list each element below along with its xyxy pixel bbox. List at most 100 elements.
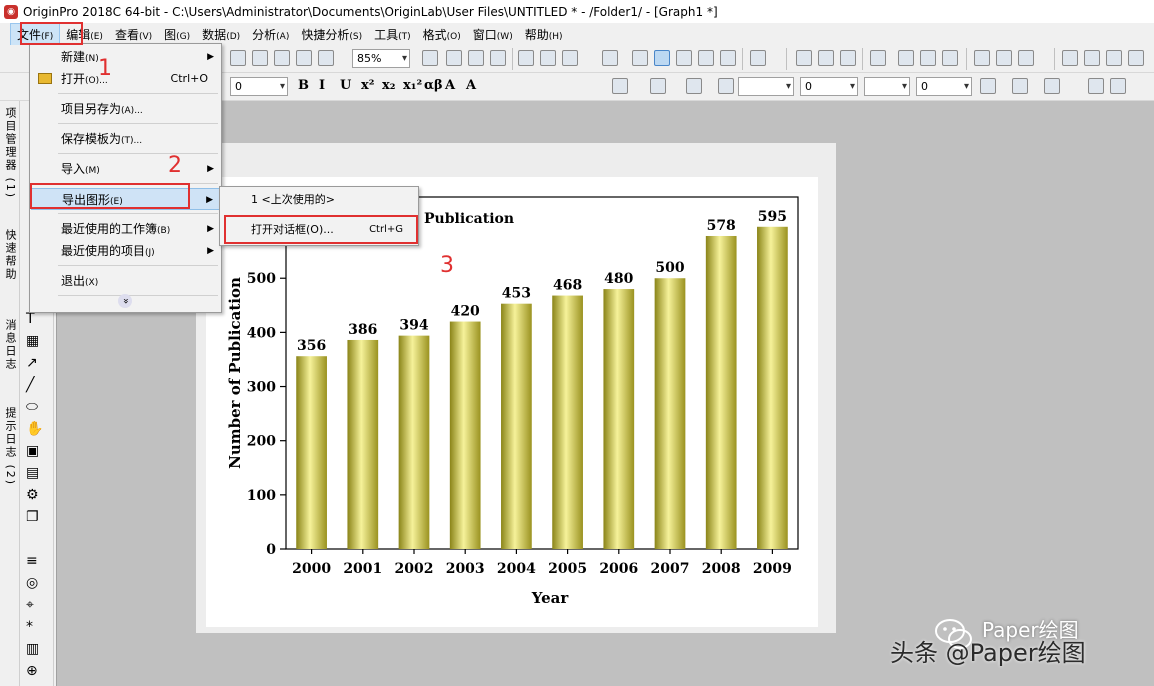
z-column-icon[interactable]: [1106, 50, 1122, 66]
insert-chart-icon[interactable]: ▤: [26, 465, 39, 481]
bar-2007[interactable]: [654, 278, 686, 549]
bar-2003[interactable]: [449, 321, 481, 549]
zoom-combo[interactable]: 85%: [352, 49, 410, 68]
menu-4[interactable]: 数据(D): [196, 24, 246, 45]
format-button-6[interactable]: αβ: [424, 78, 443, 93]
line-color-icon[interactable]: [686, 78, 702, 94]
refresh-icon[interactable]: [446, 50, 462, 66]
calculator-icon[interactable]: [318, 50, 334, 66]
filter-options-icon[interactable]: [1018, 50, 1034, 66]
merge-icon[interactable]: [1088, 78, 1104, 94]
x-column-icon[interactable]: [1062, 50, 1078, 66]
save-all-icon[interactable]: [296, 50, 312, 66]
file-menu-item-2[interactable]: 项目另存为(A)...: [31, 98, 220, 120]
grid-tool-icon[interactable]: ▥: [26, 641, 39, 657]
bar-2001[interactable]: [347, 339, 379, 549]
pattern-color-icon[interactable]: [650, 78, 666, 94]
file-menu-item-6[interactable]: 最近使用的工作簿(B) ▶: [31, 218, 220, 240]
format-button-2[interactable]: U: [340, 78, 351, 93]
number-format-icon[interactable]: [870, 50, 886, 66]
project-explorer-icon[interactable]: [602, 50, 618, 66]
sum-icon[interactable]: [796, 50, 812, 66]
settings-tool-icon[interactable]: ⚙: [26, 487, 39, 503]
border-icon[interactable]: [1012, 78, 1028, 94]
code-builder-icon[interactable]: [518, 50, 534, 66]
stacked-chart-icon[interactable]: [942, 50, 958, 66]
zoom-tool-icon[interactable]: ⊕: [26, 663, 38, 679]
line-style-combo[interactable]: [738, 77, 794, 96]
bar-2002[interactable]: [398, 335, 430, 549]
menu-3[interactable]: 图(G): [158, 24, 196, 45]
arrow-tool-icon[interactable]: ↗: [26, 355, 38, 371]
add-column-icon[interactable]: [750, 50, 766, 66]
results-log-icon[interactable]: [540, 50, 556, 66]
sort-icon[interactable]: [840, 50, 856, 66]
save-template-icon[interactable]: [274, 50, 290, 66]
file-menu-item-7[interactable]: 最近使用的项目(J) ▶: [31, 240, 220, 262]
column-chart-icon[interactable]: [920, 50, 936, 66]
brightness-icon[interactable]: [718, 78, 734, 94]
asterisk-tool-icon[interactable]: *: [26, 619, 33, 635]
new-function-icon[interactable]: [698, 50, 714, 66]
bar-2006[interactable]: [603, 289, 635, 549]
format-button-5[interactable]: x₁²: [403, 78, 422, 93]
file-menu-item-4[interactable]: 导入(M) ▶: [31, 158, 220, 180]
open-folder-icon[interactable]: [230, 50, 246, 66]
file-menu-item-8[interactable]: 退出(X): [31, 270, 220, 292]
line-tool-icon[interactable]: ╱: [26, 377, 34, 393]
file-menu-item-1[interactable]: 打开(O)... Ctrl+O: [31, 68, 220, 90]
format-button-0[interactable]: B: [298, 78, 309, 93]
circle-tool-icon[interactable]: ◎: [26, 575, 38, 591]
menu-10[interactable]: 帮助(H): [519, 24, 569, 45]
stats-icon[interactable]: [818, 50, 834, 66]
bar-chart-icon[interactable]: [898, 50, 914, 66]
bar-2004[interactable]: [501, 303, 532, 549]
region-tool-icon[interactable]: ▦: [26, 333, 39, 349]
hand-tool-icon[interactable]: ✋: [26, 421, 43, 437]
dock-tab-message-log[interactable]: 消息日志: [1, 319, 18, 371]
expand-menu-icon[interactable]: »: [118, 294, 132, 308]
export-submenu-item-0[interactable]: 1 <上次使用的>: [221, 188, 417, 212]
format-button-3[interactable]: x²: [361, 78, 374, 93]
bar-2008[interactable]: [705, 235, 737, 549]
text-tool-icon[interactable]: T: [26, 311, 35, 327]
graph-selected-icon[interactable]: [654, 50, 670, 66]
filter-icon[interactable]: [974, 50, 990, 66]
line-width-combo[interactable]: 0: [800, 77, 858, 96]
insert-graph-icon[interactable]: ▣: [26, 443, 39, 459]
menu-7[interactable]: 工具(T): [368, 24, 417, 45]
menu-2[interactable]: 查看(V): [109, 24, 158, 45]
data-reader-icon[interactable]: ⌖: [26, 597, 34, 613]
font-size-combo[interactable]: 0: [230, 77, 288, 96]
set-column-icon[interactable]: [1128, 50, 1144, 66]
save-icon[interactable]: [252, 50, 268, 66]
layout-icon[interactable]: [720, 50, 736, 66]
y-column-icon[interactable]: [1084, 50, 1100, 66]
menu-8[interactable]: 格式(O): [417, 24, 467, 45]
filter-clear-icon[interactable]: [996, 50, 1012, 66]
symbol-combo[interactable]: [864, 77, 910, 96]
format-button-4[interactable]: x₂: [382, 78, 395, 93]
format-button-1[interactable]: I: [319, 78, 325, 93]
dock-tab-project-explorer[interactable]: 项目管理器 (1): [1, 107, 18, 199]
menu-5[interactable]: 分析(A): [246, 24, 295, 45]
format-button-8[interactable]: A: [466, 78, 476, 93]
ellipse-tool-icon[interactable]: ⬭: [26, 399, 38, 415]
bar-2005[interactable]: [552, 295, 583, 549]
file-menu-item-0[interactable]: 新建(N) ▶: [31, 46, 220, 68]
print-icon[interactable]: [422, 50, 438, 66]
magenta-icon[interactable]: [1110, 78, 1126, 94]
table-icon[interactable]: [1044, 78, 1060, 94]
bar-2000[interactable]: [296, 356, 327, 549]
dock-tab-quick-help[interactable]: 快速帮助: [1, 229, 18, 281]
menu-6[interactable]: 快捷分析(S): [295, 24, 368, 45]
lines-tool-icon[interactable]: ≡: [26, 553, 38, 569]
file-menu-item-3[interactable]: 保存模板为(T)...: [31, 128, 220, 150]
fill-color-icon[interactable]: [612, 78, 628, 94]
layer-icon[interactable]: [468, 50, 484, 66]
format-button-7[interactable]: A: [445, 78, 455, 93]
menu-9[interactable]: 窗口(W): [467, 24, 519, 45]
new-matrix-icon[interactable]: [676, 50, 692, 66]
dock-tab-hint-log[interactable]: 提示日志 (2): [1, 407, 18, 486]
new-graph-icon[interactable]: [632, 50, 648, 66]
